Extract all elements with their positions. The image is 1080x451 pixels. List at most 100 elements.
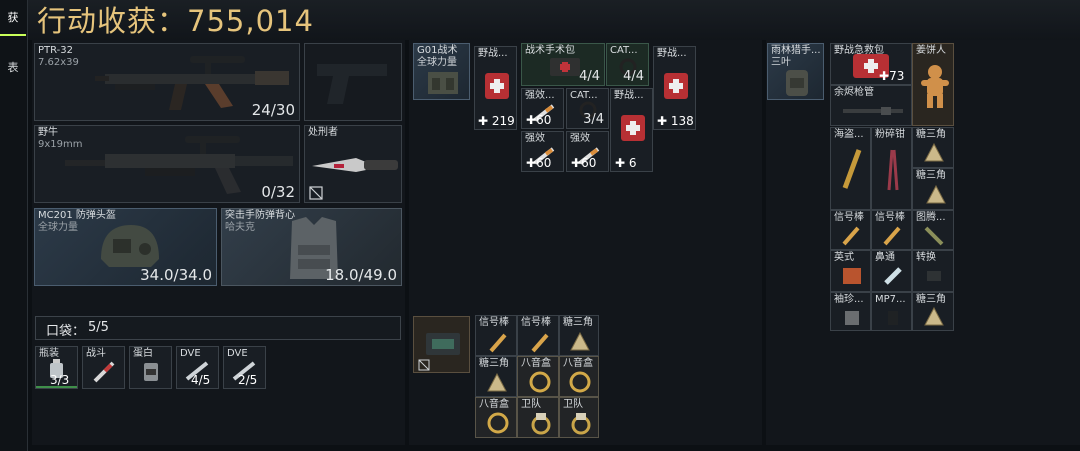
backpack-item-slot[interactable]: 信号棒 — [871, 210, 912, 250]
item-name: 卫队 — [521, 399, 541, 410]
item-name: DVE — [180, 348, 201, 359]
case-item-slot[interactable]: 八音盒 — [559, 356, 599, 397]
totem-icon — [924, 226, 944, 246]
case-item-slot[interactable]: 糖三角 — [559, 315, 599, 356]
rig-item-slot[interactable]: 野战... ✚ 219 — [474, 46, 517, 130]
heal-cross-icon: ✚ — [571, 156, 582, 170]
backpack-item-slot[interactable]: 信号棒 — [830, 210, 871, 250]
item-qty-value: 60 — [581, 156, 597, 170]
backpack-item-slot[interactable]: 英式 — [830, 250, 871, 292]
rice-dumpling-icon — [926, 184, 946, 204]
backpack-icon — [786, 70, 808, 96]
tab-report-label: 表 — [7, 61, 19, 74]
tab-loot[interactable]: 获 — [0, 0, 26, 36]
backpack-item-slot[interactable]: 转换 — [912, 250, 954, 292]
case-item-slot[interactable]: 信号棒 — [475, 315, 517, 356]
pocket-slot[interactable]: DVE 4/5 — [176, 346, 219, 389]
melee-slot[interactable]: 处刑者 — [304, 125, 402, 203]
rig-item-slot[interactable]: 强效 ✚60 — [521, 131, 564, 172]
item-qty: ✚ 138 — [657, 114, 694, 128]
case-item-slot[interactable]: 卫队 — [517, 397, 559, 438]
case-item-slot[interactable]: 糖三角 — [475, 356, 517, 397]
flare-stick-icon — [842, 226, 860, 246]
weapon-slot-secondary[interactable]: 野牛 9x19mm 0/32 — [34, 125, 300, 203]
adapter-icon — [927, 271, 941, 281]
heal-cross-icon: ✚ — [879, 69, 890, 83]
rice-dumpling-icon — [570, 331, 590, 351]
item-name: 野战... — [478, 48, 508, 59]
rig-item-slot[interactable]: CAT... 3/4 — [566, 88, 609, 129]
backpack-item-slot[interactable]: 糖三角 — [912, 292, 954, 331]
vest-slot[interactable]: 突击手防弹背心 哈夫克 18.0/49.0 — [221, 208, 402, 286]
backpack-item-slot[interactable]: 余烬枪管 — [830, 85, 912, 126]
backpack-item-slot[interactable]: 姜饼人 — [912, 43, 954, 126]
rig-item-slot[interactable]: 野战... ✚ 6 — [610, 88, 653, 172]
rig-item-slot[interactable]: CAT... 4/4 — [606, 43, 649, 86]
heal-cross-icon: ✚ — [478, 114, 489, 128]
rig-item-slot[interactable]: 战术手术包 4/4 — [521, 43, 605, 86]
item-name: 八音盒 — [479, 399, 509, 410]
rig-item-slot[interactable]: 强效... ✚60 — [521, 88, 564, 129]
unlocked-icon — [309, 186, 323, 200]
backpack-slot[interactable]: 雨林猎手... 三叶 — [767, 43, 824, 100]
syringe-icon — [93, 361, 115, 383]
pistol-silhouette-icon — [317, 64, 387, 104]
item-qty-value: 6 — [628, 156, 637, 170]
item-qty: 3/3 — [50, 373, 70, 387]
nasal-spray-icon — [884, 267, 902, 285]
protein-can-icon — [144, 363, 158, 381]
case-item-slot[interactable]: 信号棒 — [517, 315, 559, 356]
chest-rig-slot[interactable]: G01战术 全球力量 — [413, 43, 470, 100]
item-name: MP7... — [875, 294, 906, 305]
pocket-slot[interactable]: 蛋白 — [129, 346, 172, 389]
guard-ring-icon — [531, 413, 551, 435]
pocket-slot[interactable]: 瓶装 3/3 — [35, 346, 78, 389]
spyglass-icon — [842, 149, 862, 189]
unlocked-icon — [418, 359, 430, 371]
tab-report[interactable]: 表 — [0, 50, 26, 84]
rice-dumpling-icon — [924, 306, 944, 326]
page-title: 行动收获：755,014 — [37, 4, 314, 38]
backpack-item-slot[interactable]: MP7... — [871, 292, 912, 331]
backpack-item-slot[interactable]: 野战急救包 ✚73 — [830, 43, 912, 85]
backpack-item-slot[interactable]: 海盗... — [830, 127, 871, 210]
backpack-item-slot[interactable]: 图腾... — [912, 210, 954, 250]
case-item-slot[interactable]: 卫队 — [559, 397, 599, 438]
backpack-item-slot[interactable]: 糖三角 — [912, 127, 954, 168]
backpack-item-slot[interactable]: 袖珍... — [830, 292, 871, 331]
rig-item-slot[interactable]: 强效 ✚60 — [566, 131, 609, 172]
item-name: 八音盒 — [563, 358, 593, 369]
item-qty: 3/4 — [583, 112, 604, 127]
safe-box-icon — [426, 333, 460, 355]
pocket-count: 5/5 — [88, 320, 109, 335]
helmet-slot[interactable]: MC201 防弹头盔 全球力量 34.0/34.0 — [34, 208, 217, 286]
backpack-item-slot[interactable]: 鼻通 — [871, 250, 912, 292]
rig-item-slot[interactable]: 野战... ✚ 138 — [653, 46, 696, 130]
case-item-slot[interactable]: 八音盒 — [517, 356, 559, 397]
item-name: 卫队 — [563, 399, 583, 410]
sidearm-slot[interactable] — [304, 43, 402, 121]
weapon-slot-primary[interactable]: PTR-32 7.62x39 24/30 — [34, 43, 300, 121]
surgical-kit-icon — [550, 58, 580, 76]
backpack-item-slot[interactable]: 粉碎钳 — [871, 127, 912, 210]
helmet-brand: 全球力量 — [38, 222, 78, 233]
pocket-slot[interactable]: 战斗 — [82, 346, 125, 389]
rice-dumpling-icon — [487, 372, 507, 392]
rice-dumpling-icon — [924, 142, 944, 162]
flare-stick-icon — [883, 226, 901, 246]
case-item-slot[interactable]: 八音盒 — [475, 397, 517, 438]
helmet-durability: 34.0/34.0 — [140, 266, 212, 284]
item-qty: 4/4 — [623, 69, 644, 84]
item-name: 信号棒 — [834, 212, 864, 223]
magazine-icon — [888, 311, 898, 325]
item-qty: ✚ 219 — [478, 114, 515, 128]
item-name: CAT... — [610, 45, 638, 56]
safe-case-slot[interactable] — [413, 316, 470, 373]
pocket-slot[interactable]: DVE 2/5 — [223, 346, 266, 389]
item-qty: 4/5 — [191, 373, 211, 387]
first-aid-kit-icon — [664, 73, 688, 99]
weapon-name: PTR-32 — [38, 45, 74, 56]
vest-brand: 哈夫克 — [225, 222, 255, 233]
backpack-item-slot[interactable]: 糖三角 — [912, 168, 954, 210]
guard-ring-icon — [571, 413, 591, 435]
